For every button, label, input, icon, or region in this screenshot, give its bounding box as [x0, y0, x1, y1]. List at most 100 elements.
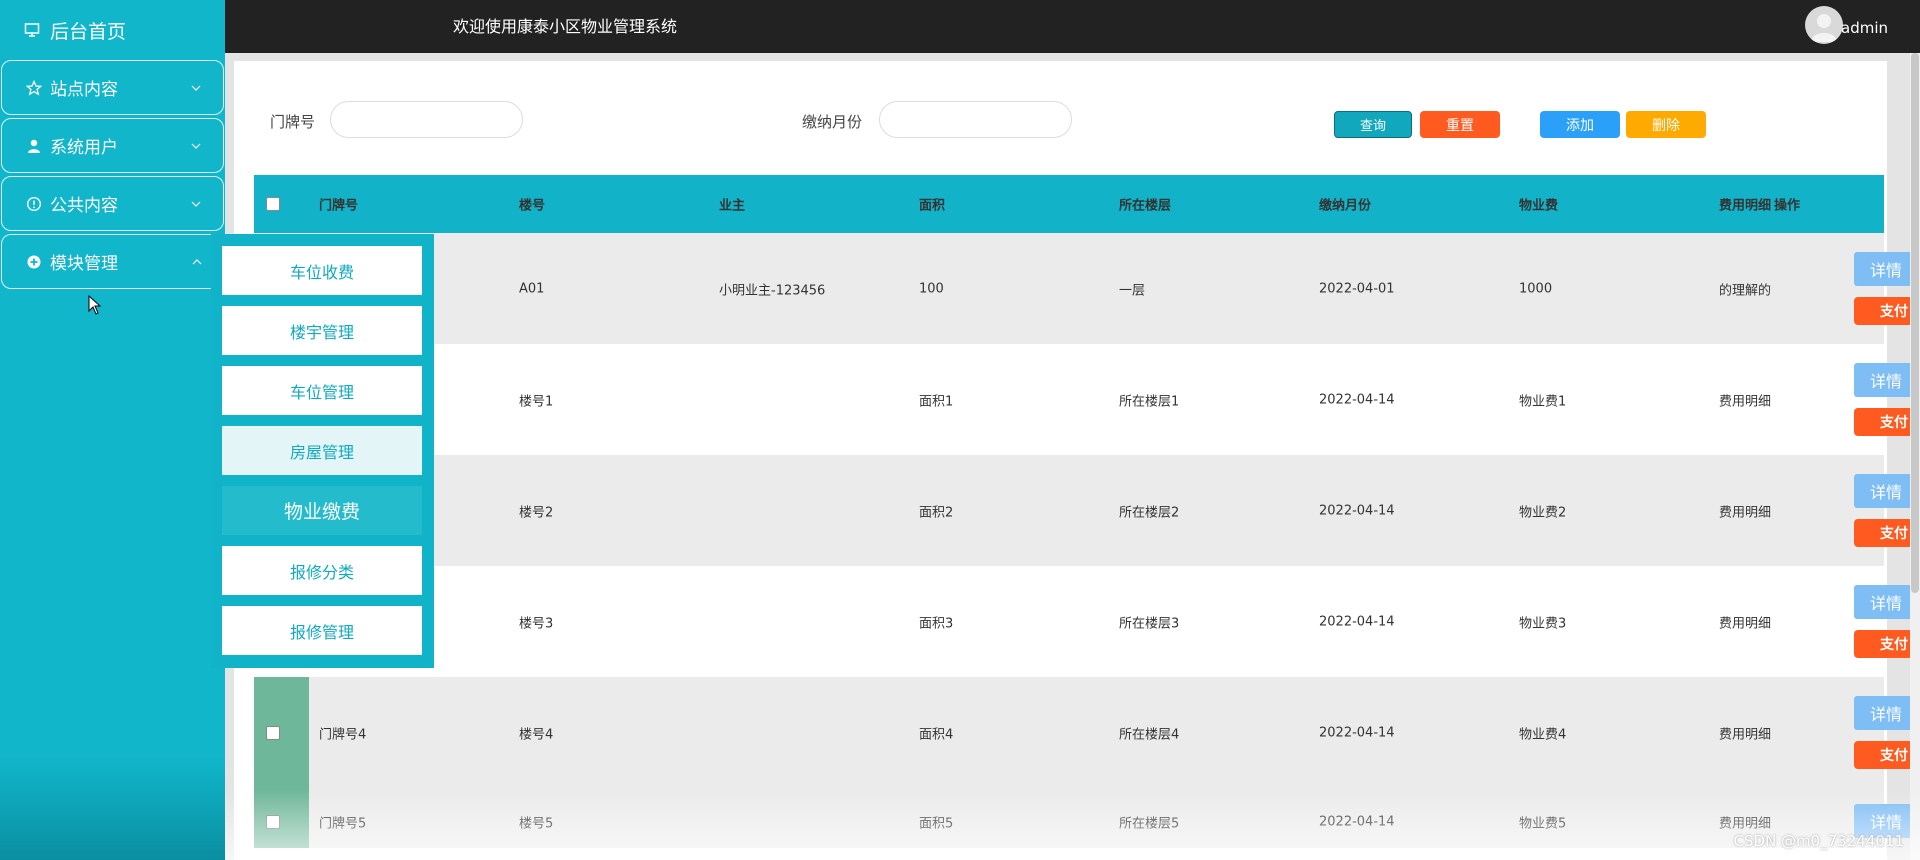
- cell-floor: 所在楼层4: [1119, 727, 1180, 742]
- table-header: 门牌号 楼号 业主 面积 所在楼层 缴纳月份 物业费 费用明细 操作: [254, 175, 1884, 233]
- cell-fee: 物业费2: [1519, 505, 1567, 520]
- avatar[interactable]: [1805, 6, 1843, 44]
- cell-area: 面积4: [919, 727, 954, 742]
- cell-detail: 费用明细: [1719, 816, 1771, 832]
- cell-floor: 所在楼层3: [1119, 616, 1180, 631]
- sidebar-item-label: 站点内容: [50, 80, 118, 100]
- submenu-building-management[interactable]: 楼宇管理: [222, 306, 422, 355]
- chevron-down-icon: [191, 143, 201, 149]
- cell-detail: 费用明细: [1719, 394, 1771, 409]
- submenu-parking-management[interactable]: 车位管理: [222, 366, 422, 415]
- search-bar: 门牌号 缴纳月份 查询 重置 添加 删除: [234, 101, 1887, 141]
- sidebar-home-label: 后台首页: [50, 20, 127, 43]
- row-actions: 详情 支付: [1839, 344, 1920, 455]
- sidebar-item-label: 模块管理: [50, 254, 118, 274]
- info-circle-icon: [26, 196, 42, 212]
- cell-building: 楼号2: [519, 505, 554, 520]
- cell-building: 楼号5: [519, 816, 554, 832]
- cell-area: 面积5: [919, 816, 954, 832]
- col-detail: 费用明细: [1719, 198, 1772, 214]
- select-all-checkbox[interactable]: [266, 197, 280, 211]
- row-checkbox[interactable]: [266, 725, 280, 740]
- row-actions: 详情 支付: [1839, 455, 1920, 566]
- cell-detail: 费用明细: [1719, 616, 1771, 631]
- delete-button[interactable]: 删除: [1626, 111, 1706, 138]
- scrollbar-thumb[interactable]: [1911, 53, 1919, 593]
- monitor-icon: [24, 22, 40, 38]
- sidebar-item-system-users[interactable]: 系统用户: [1, 118, 224, 173]
- sidebar-item-site-content[interactable]: 站点内容: [1, 60, 224, 115]
- module-submenu: 车位收费 楼宇管理 车位管理 房屋管理 物业缴费 报修分类 报修管理: [211, 234, 434, 668]
- reset-button[interactable]: 重置: [1420, 111, 1500, 138]
- cell-fee: 物业费5: [1519, 816, 1567, 832]
- query-button[interactable]: 查询: [1334, 111, 1412, 138]
- cell-floor: 所在楼层2: [1119, 505, 1180, 520]
- cell-building: A01: [519, 281, 545, 296]
- table-row: 楼号2 面积2 所在楼层2 2022-04-14 物业费2 费用明细 详情 支付: [254, 455, 1920, 566]
- main-area: 门牌号 缴纳月份 查询 重置 添加 删除 门牌号 楼号 业主 面积 所在楼层 缴…: [225, 53, 1920, 860]
- detail-button[interactable]: 详情: [1854, 474, 1918, 508]
- cell-fee: 物业费3: [1519, 616, 1567, 631]
- sidebar-item-public-content[interactable]: 公共内容: [1, 176, 224, 231]
- col-owner: 业主: [719, 198, 746, 214]
- cell-door: 门牌号5: [319, 816, 367, 832]
- cell-detail: 费用明细: [1719, 727, 1771, 742]
- cell-building: 楼号4: [519, 727, 554, 742]
- sidebar-home[interactable]: 后台首页: [0, 0, 225, 60]
- cell-month: 2022-04-14: [1319, 392, 1395, 407]
- watermark: CSDN @m0_73244011: [1733, 832, 1904, 850]
- sidebar-item-label: 系统用户: [50, 138, 118, 158]
- chevron-down-icon: [191, 201, 201, 207]
- page-scrollbar[interactable]: [1910, 53, 1920, 860]
- cell-area: 面积2: [919, 505, 954, 520]
- submenu-house-management[interactable]: 房屋管理: [222, 426, 422, 475]
- sidebar-item-module-management[interactable]: 模块管理: [1, 234, 224, 289]
- data-table: 门牌号 楼号 业主 面积 所在楼层 缴纳月份 物业费 费用明细 操作 A01 小…: [254, 175, 1920, 848]
- cell-floor: 所在楼层1: [1119, 394, 1180, 409]
- submenu-repair-category[interactable]: 报修分类: [222, 546, 422, 595]
- col-floor: 所在楼层: [1119, 198, 1172, 214]
- detail-button[interactable]: 详情: [1854, 696, 1918, 730]
- sidebar-item-label: 公共内容: [50, 196, 118, 216]
- row-actions: 详情 支付: [1839, 677, 1920, 788]
- col-door: 门牌号: [319, 198, 359, 214]
- username[interactable]: admin: [1841, 0, 1888, 57]
- month-input[interactable]: [879, 101, 1072, 138]
- cell-building: 楼号3: [519, 616, 554, 631]
- cell-area: 面积3: [919, 616, 954, 631]
- row-checkbox[interactable]: [266, 815, 280, 829]
- cell-detail: 的理解的: [1719, 283, 1771, 298]
- cell-floor: 所在楼层5: [1119, 816, 1180, 832]
- door-number-label: 门牌号: [270, 113, 316, 131]
- cell-month: 2022-04-01: [1319, 281, 1395, 296]
- detail-button[interactable]: 详情: [1854, 252, 1918, 286]
- cell-fee: 物业费1: [1519, 394, 1567, 409]
- col-area: 面积: [919, 198, 946, 214]
- user-icon: [26, 138, 42, 154]
- row-actions: 详情 支付: [1839, 233, 1920, 344]
- cell-area: 面积1: [919, 394, 954, 409]
- detail-button[interactable]: 详情: [1854, 363, 1918, 397]
- add-button[interactable]: 添加: [1540, 111, 1620, 138]
- table-row: 门牌号5 楼号5 面积5 所在楼层5 2022-04-14 物业费5 费用明细 …: [254, 788, 1918, 848]
- row-actions: 详情 支付: [1839, 566, 1920, 677]
- col-fee: 物业费: [1519, 198, 1559, 214]
- chevron-down-icon: [191, 85, 201, 91]
- cell-month: 2022-04-14: [1319, 725, 1395, 740]
- table-row: 楼号3 面积3 所在楼层3 2022-04-14 物业费3 费用明细 详情 支付: [254, 566, 1920, 677]
- table-row: 门牌号4 楼号4 面积4 所在楼层4 2022-04-14 物业费4 费用明细 …: [254, 677, 1920, 788]
- welcome-title: 欢迎使用康泰小区物业管理系统: [453, 17, 678, 36]
- month-label: 缴纳月份: [802, 113, 863, 131]
- cell-fee: 1000: [1519, 281, 1553, 296]
- submenu-parking-fee[interactable]: 车位收费: [222, 246, 422, 295]
- submenu-repair-management[interactable]: 报修管理: [222, 606, 422, 655]
- cell-detail: 费用明细: [1719, 505, 1771, 520]
- col-building: 楼号: [519, 198, 546, 214]
- top-bar: 欢迎使用康泰小区物业管理系统 admin: [225, 0, 1920, 53]
- door-number-input[interactable]: [330, 101, 523, 138]
- detail-button[interactable]: 详情: [1854, 585, 1918, 619]
- submenu-property-fee[interactable]: 物业缴费: [222, 486, 422, 535]
- col-action: 操作: [1774, 198, 1801, 214]
- cell-month: 2022-04-14: [1319, 614, 1395, 629]
- cell-fee: 物业费4: [1519, 727, 1567, 742]
